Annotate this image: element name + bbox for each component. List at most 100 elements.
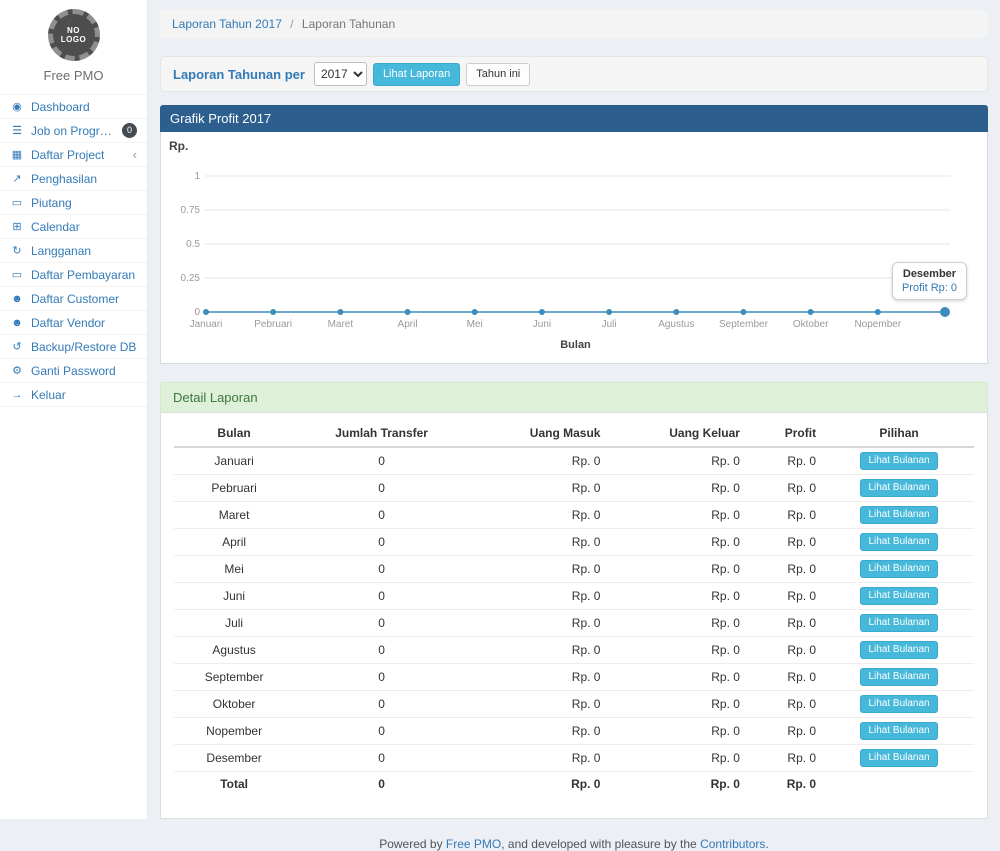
sidebar-menu: ◉Dashboard☰Job on Progress0▦Daftar Proje… <box>0 94 147 407</box>
money-out-cell: Rp. 0 <box>608 556 747 583</box>
x-tick-label: April <box>398 319 418 330</box>
chart-point-september[interactable] <box>740 309 746 315</box>
chart-point-nopember[interactable] <box>875 309 881 315</box>
transfer-count-cell: 0 <box>294 664 469 691</box>
users-icon: ☻ <box>10 317 24 329</box>
month-cell: Nopember <box>174 718 294 745</box>
money-in-cell: Rp. 0 <box>469 691 608 718</box>
table-row: Mei0Rp. 0Rp. 0Rp. 0Lihat Bulanan <box>174 556 974 583</box>
column-header-profit: Profit <box>748 421 824 447</box>
view-monthly-button[interactable]: Lihat Bulanan <box>860 506 937 524</box>
sidebar-item-penghasilan[interactable]: ↗Penghasilan <box>0 167 147 191</box>
y-axis-label: Rp. <box>169 139 188 153</box>
chart-point-pebruari[interactable] <box>270 309 276 315</box>
view-monthly-button[interactable]: Lihat Bulanan <box>860 668 937 686</box>
view-report-button[interactable]: Lihat Laporan <box>373 63 460 86</box>
sidebar-item-keluar[interactable]: →Keluar <box>0 383 147 407</box>
table-row: September0Rp. 0Rp. 0Rp. 0Lihat Bulanan <box>174 664 974 691</box>
chart-box-title: Grafik Profit 2017 <box>160 105 988 132</box>
view-monthly-button[interactable]: Lihat Bulanan <box>860 749 937 767</box>
sidebar-item-dashboard[interactable]: ◉Dashboard <box>0 95 147 119</box>
sidebar-item-daftar-vendor[interactable]: ☻ Daftar Vendor <box>0 311 147 335</box>
sidebar-item-piutang[interactable]: ▭Piutang <box>0 191 147 215</box>
view-monthly-button[interactable]: Lihat Bulanan <box>860 452 937 470</box>
money-out-cell: Rp. 0 <box>608 745 747 772</box>
y-tick-label: 0.25 <box>181 273 201 284</box>
view-monthly-button[interactable]: Lihat Bulanan <box>860 587 937 605</box>
chart-point-oktober[interactable] <box>808 309 814 315</box>
sidebar-item-daftar-pembayaran[interactable]: ▭Daftar Pembayaran <box>0 263 147 287</box>
profit-cell: Rp. 0 <box>748 475 824 502</box>
column-header-jumlah-transfer: Jumlah Transfer <box>294 421 469 447</box>
view-monthly-button[interactable]: Lihat Bulanan <box>860 641 937 659</box>
dashboard-icon: ◉ <box>10 100 24 113</box>
money-out-cell: Rp. 0 <box>608 475 747 502</box>
users-icon: ☻ <box>10 293 24 305</box>
total-row: Total0Rp. 0Rp. 0Rp. 0 <box>174 772 974 797</box>
footer-contributors-link[interactable]: Contributors <box>700 837 765 851</box>
chart-tooltip: Desember Profit Rp: 0 <box>892 262 967 300</box>
breadcrumb-link[interactable]: Laporan Tahun 2017 <box>172 17 282 31</box>
chart-point-januari[interactable] <box>203 309 209 315</box>
sidebar-item-label: Daftar Vendor <box>31 316 105 330</box>
sidebar-item-langganan[interactable]: ↻Langganan <box>0 239 147 263</box>
profit-cell: Rp. 0 <box>748 718 824 745</box>
chart-area[interactable]: 10.750.50.250Rp.JanuariPebruariMaretApri… <box>160 132 988 364</box>
profit-cell: Rp. 0 <box>748 447 824 475</box>
chart-point-juli[interactable] <box>606 309 612 315</box>
month-cell: Agustus <box>174 637 294 664</box>
view-monthly-button[interactable]: Lihat Bulanan <box>860 722 937 740</box>
chart-point-desember[interactable] <box>940 307 950 317</box>
column-header-uang-masuk: Uang Masuk <box>469 421 608 447</box>
footer-app-link[interactable]: Free PMO <box>446 837 501 851</box>
month-cell: Mei <box>174 556 294 583</box>
tooltip-month: Desember <box>902 268 957 280</box>
view-monthly-button[interactable]: Lihat Bulanan <box>860 695 937 713</box>
chart-point-maret[interactable] <box>337 309 343 315</box>
money-out-cell: Rp. 0 <box>608 610 747 637</box>
view-monthly-button[interactable]: Lihat Bulanan <box>860 479 937 497</box>
profit-cell: Rp. 0 <box>748 610 824 637</box>
chart-point-juni[interactable] <box>539 309 545 315</box>
sidebar-item-label: Daftar Pembayaran <box>31 268 135 282</box>
action-cell: Lihat Bulanan <box>824 718 974 745</box>
column-header-pilihan: Pilihan <box>824 421 974 447</box>
action-cell: Lihat Bulanan <box>824 637 974 664</box>
action-cell <box>824 772 974 797</box>
table-row: Pebruari0Rp. 0Rp. 0Rp. 0Lihat Bulanan <box>174 475 974 502</box>
transfer-count-cell: 0 <box>294 502 469 529</box>
logo-text-line1: NO <box>67 26 80 35</box>
profit-cell: Rp. 0 <box>748 664 824 691</box>
month-cell: Pebruari <box>174 475 294 502</box>
chart-point-agustus[interactable] <box>673 309 679 315</box>
month-cell: Maret <box>174 502 294 529</box>
transfer-count-cell: 0 <box>294 447 469 475</box>
chart-point-mei[interactable] <box>472 309 478 315</box>
refresh-icon: ↻ <box>10 244 24 257</box>
money-in-cell: Rp. 0 <box>469 772 608 797</box>
view-monthly-button[interactable]: Lihat Bulanan <box>860 614 937 632</box>
sidebar-item-job-on-progress[interactable]: ☰Job on Progress0 <box>0 119 147 143</box>
sidebar-item-backup-restore-db[interactable]: ↺Backup/Restore DB <box>0 335 147 359</box>
sidebar-item-daftar-customer[interactable]: ☻Daftar Customer <box>0 287 147 311</box>
profit-chart-box: Grafik Profit 2017 10.750.50.250Rp.Janua… <box>160 105 988 364</box>
sidebar-item-daftar-project[interactable]: ▦Daftar Project‹ <box>0 143 147 167</box>
footer: Powered by Free PMO, and developed with … <box>160 837 988 851</box>
sidebar-item-calendar[interactable]: ⊞Calendar <box>0 215 147 239</box>
profit-cell: Rp. 0 <box>748 745 824 772</box>
chart-point-april[interactable] <box>405 309 411 315</box>
sidebar-item-label: Calendar <box>31 220 80 234</box>
view-monthly-button[interactable]: Lihat Bulanan <box>860 560 937 578</box>
profit-cell: Rp. 0 <box>748 502 824 529</box>
column-header-bulan: Bulan <box>174 421 294 447</box>
sidebar-item-label: Job on Progress <box>31 124 115 138</box>
view-monthly-button[interactable]: Lihat Bulanan <box>860 533 937 551</box>
x-tick-label: Januari <box>190 319 223 330</box>
profit-line-chart[interactable]: 10.750.50.250Rp.JanuariPebruariMaretApri… <box>161 132 987 362</box>
year-select[interactable]: 2017 <box>314 62 367 86</box>
this-year-button[interactable]: Tahun ini <box>466 63 530 86</box>
sidebar-item-ganti-password[interactable]: ⚙Ganti Password <box>0 359 147 383</box>
money-in-cell: Rp. 0 <box>469 664 608 691</box>
money-out-cell: Rp. 0 <box>608 583 747 610</box>
table-icon: ▦ <box>10 148 24 161</box>
